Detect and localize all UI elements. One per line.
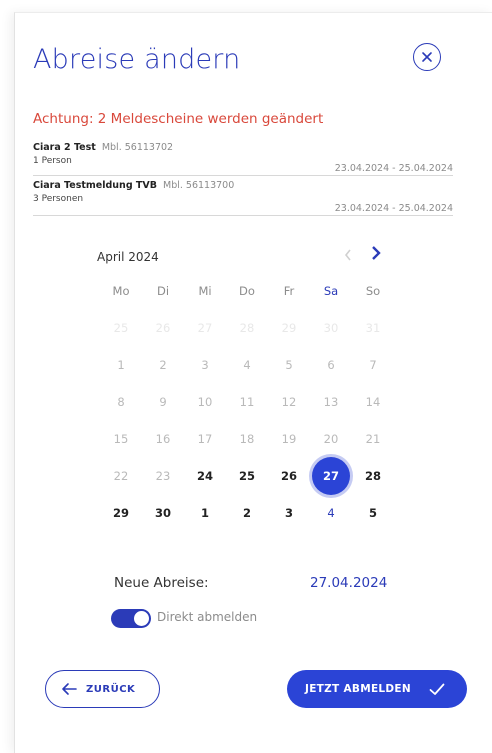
guest-name: Ciara Testmeldung TVB [33,180,158,191]
calendar-day: 5 [285,357,293,372]
weekday-header-row: Mo Di Mi Do Fr Sa So [100,272,394,309]
close-icon [422,52,432,62]
weekday-label: Fr [283,283,295,298]
calendar-month-label: April 2024 [97,250,159,264]
calendar-day: 28 [239,320,255,335]
direct-checkout-label: Direkt abmelden [157,610,258,624]
calendar-day: 6 [327,357,335,372]
guest-persons: 1 Person [33,156,72,166]
arrow-left-icon [62,683,77,695]
chevron-left-icon [344,249,351,261]
calendar-day: 7 [369,357,377,372]
guest-name: Ciara 2 Test [33,142,96,153]
dialog-title: Abreise ändern [33,44,241,75]
back-button[interactable]: ZURÜCK [45,670,160,708]
calendar-grid: Mo Di Mi Do Fr Sa So 25 26 27 28 29 30 3… [100,272,394,531]
calendar-day[interactable]: 1 [184,494,226,531]
weekday-label: So [365,283,381,298]
calendar-day: 3 [201,357,209,372]
next-month-button[interactable] [370,245,382,266]
weekday-label: Mi [198,283,212,298]
guest-dates: 23.04.2024 - 25.04.2024 [334,163,453,174]
calendar-day[interactable]: 24 [184,457,226,494]
calendar-day: 27 [197,320,213,335]
weekday-label: Di [156,283,170,298]
calendar-day: 11 [239,394,255,409]
weekday-label: Do [239,283,255,298]
new-departure-label: Neue Abreise: [114,575,209,591]
calendar-day: 10 [197,394,213,409]
calendar-day: 19 [281,431,297,446]
checkout-now-label: JETZT ABMELDEN [305,683,411,695]
calendar-day: 29 [281,320,297,335]
calendar-day[interactable]: 4 [310,494,352,531]
calendar-day: 18 [239,431,255,446]
guest-mbl: Mbl. 56113700 [163,180,235,191]
chevron-right-icon [372,246,381,260]
checkout-now-button[interactable]: JETZT ABMELDEN [287,670,467,708]
calendar-day: 30 [323,320,339,335]
calendar-day[interactable]: 2 [226,494,268,531]
calendar-week-row: 15 16 17 18 19 20 21 [100,420,394,457]
calendar-day[interactable]: 29 [100,494,142,531]
previous-month-button[interactable] [343,247,353,266]
calendar-week-row: 25 26 27 28 29 30 31 [100,309,394,346]
back-button-label: ZURÜCK [86,683,136,695]
toggle-knob [134,611,149,626]
calendar-day: 25 [113,320,129,335]
selected-day-marker: 27 [312,456,350,495]
direct-checkout-toggle[interactable] [111,609,151,628]
calendar-day: 4 [243,357,251,372]
warning-text: Achtung: 2 Meldescheine werden geändert [33,111,324,127]
calendar-day-selected[interactable]: 27 [310,456,352,495]
calendar-day: 12 [281,394,297,409]
guest-dates: 23.04.2024 - 25.04.2024 [334,203,453,214]
calendar-week-row: 29 30 1 2 3 4 5 [100,494,394,531]
calendar-day: 26 [155,320,171,335]
calendar-day: 16 [155,431,171,446]
guest-persons: 3 Personen [33,194,84,204]
guest-mbl: Mbl. 56113702 [101,142,174,153]
calendar-day: 2 [159,357,167,372]
calendar-day[interactable]: 5 [352,494,394,531]
calendar-day[interactable]: 3 [268,494,310,531]
calendar-day: 21 [365,431,381,446]
calendar-day: 8 [117,394,125,409]
calendar-day: 1 [117,357,125,372]
new-departure-value: 27.04.2024 [310,575,388,591]
calendar-day: 17 [197,431,213,446]
calendar-day: 20 [323,431,339,446]
calendar-day[interactable]: 28 [352,457,394,494]
calendar-day[interactable]: 30 [142,494,184,531]
calendar-week-row: 1 2 3 4 5 6 7 [100,346,394,383]
calendar-day: 31 [365,320,381,335]
calendar-day: 15 [113,431,129,446]
checkmark-icon [429,683,445,695]
weekday-label: Mo [112,283,130,298]
weekday-label: Sa [323,283,339,298]
calendar-day: 13 [323,394,339,409]
guest-row: Ciara 2 Test Mbl. 56113702 1 Person 23.04… [33,142,453,176]
calendar-day: 23 [155,468,171,483]
calendar-day[interactable]: 26 [268,457,310,494]
calendar-week-row: 22 23 24 25 26 27 28 [100,456,394,495]
guest-row: Ciara Testmeldung TVB Mbl. 56113700 3 Per… [33,180,453,216]
calendar-day: 22 [113,468,129,483]
close-button[interactable] [413,43,441,71]
calendar-day: 9 [159,394,167,409]
calendar-week-row: 8 9 10 11 12 13 14 [100,383,394,420]
calendar-day: 14 [365,394,381,409]
calendar-day[interactable]: 25 [226,457,268,494]
